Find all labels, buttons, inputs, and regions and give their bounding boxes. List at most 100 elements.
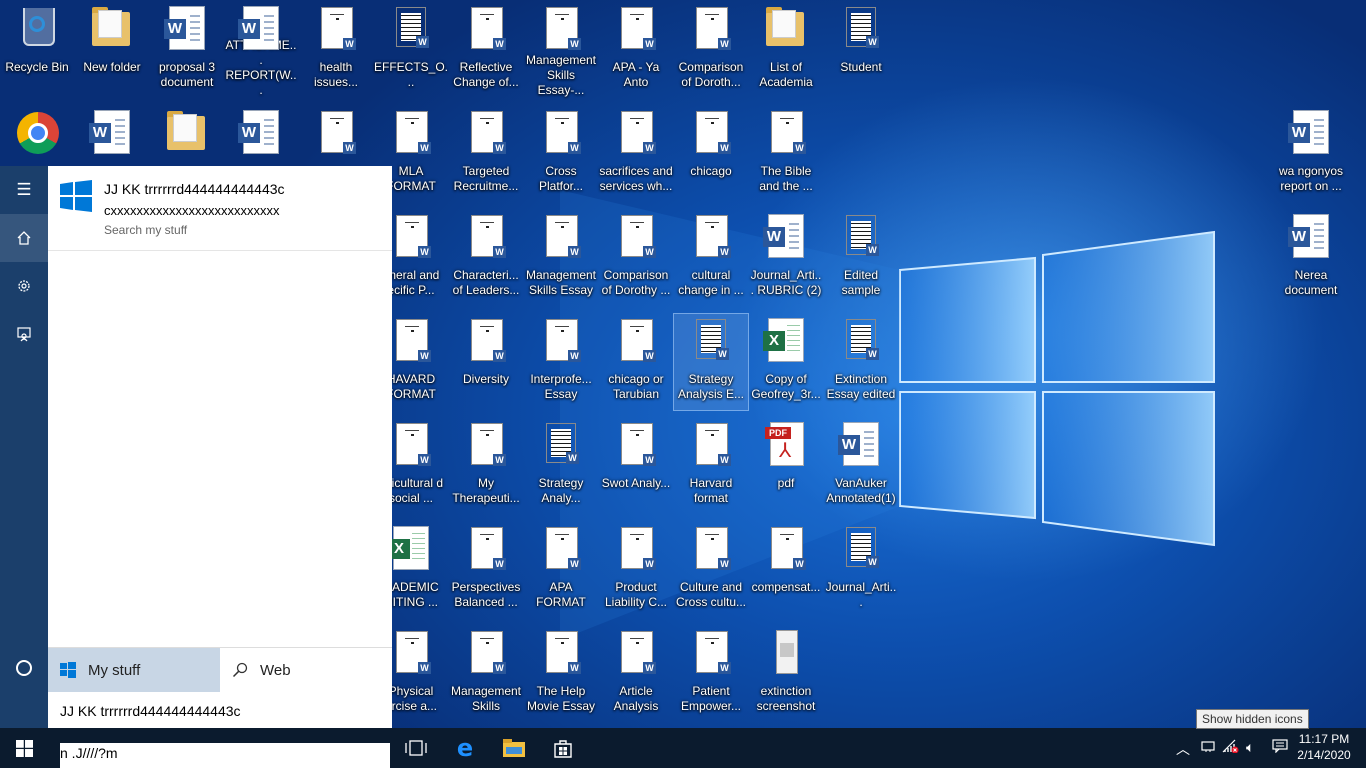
system-clock[interactable]: 11:17 PM 2/14/2020 [1296,731,1352,763]
desktop-icon-label: Strategy Analysis E... [677,372,745,401]
desktop-icon[interactable]: W Culture and Cross cultu... [674,522,748,618]
store-button[interactable] [539,728,587,768]
desktop-icon[interactable]: Wsacrifices and services wh... [599,106,673,202]
tab-my-stuff[interactable]: My stuff [48,648,220,692]
word-document-icon: W [1287,214,1335,264]
desktop-icon[interactable]: W Reflective Change of... [449,2,523,98]
desktop-icon[interactable]: W Nerea document [1274,210,1348,306]
word-document-icon: W [237,6,285,50]
desktop-icon-label: APA - Ya Anto [612,60,660,89]
best-match-result[interactable]: JJ KK trrrrrrd444444444443c cxxxxxxxxxxx… [48,166,392,251]
desktop-icon[interactable]: W Management Skills Essay [524,210,598,306]
feedback-icon[interactable] [0,310,48,358]
taskbar: n .J////?m e ︿ 🔈︎ 11:17 PM 2/14/2020 [0,728,1366,768]
desktop-icon-label: VanAuker Annotated(1) [826,476,896,505]
desktop-icon[interactable]: Wchicago or Tarubian [599,314,673,410]
desktop-icon[interactable]: WATTACHME... REPORT(W... [224,2,298,98]
desktop-icon[interactable]: New folder [75,2,149,98]
cortana-button[interactable] [0,646,48,690]
desktop-icon[interactable]: W Management Skills [449,626,523,722]
recycle-bin-icon [13,6,61,56]
desktop-icon[interactable]: Whealth issues... [299,2,373,98]
desktop-icon[interactable]: W The Bible and the ... [749,106,823,202]
desktop-icon[interactable]: W Patient Empower... [674,626,748,722]
excel-document-icon: X [387,526,435,576]
home-icon[interactable] [0,214,48,262]
desktop-icon[interactable]: W Product Liability C... [599,522,673,618]
word-document-icon: W [687,110,735,160]
desktop-icon-label: Recycle Bin [5,60,69,74]
desktop-icon-label: List of Academia [759,60,813,89]
desktop-icon[interactable]: W VanAuker Annotated(1) [824,418,898,514]
word-document-icon: W [462,422,510,472]
desktop-icon[interactable]: W Interprofe... Essay [524,314,598,410]
desktop-icon-label: extinction screenshot [756,684,816,713]
tab-web[interactable]: Web [220,648,392,692]
desktop-icon[interactable]: W EFFECTS_O... [374,2,448,98]
desktop-icon-label: Extinction Essay edited [826,372,896,401]
word-document-icon: W [88,110,136,160]
desktop-icon-label: Product Liability C... [604,580,668,609]
task-view-button[interactable] [392,728,440,768]
word-document-icon: W [687,526,735,576]
desktop-icon[interactable]: W Strategy Analysis E... [673,313,749,411]
tooltip: Show hidden icons [1196,709,1309,729]
desktop-icon-label: compensat... [751,580,821,594]
desktop-icon[interactable]: W Edited sample [824,210,898,306]
desktop-icon-label: Management Skills [450,684,522,713]
desktop-icon[interactable]: W The Help Movie Essay [524,626,598,722]
desktop-icon[interactable]: Recycle Bin [0,2,74,98]
network-disconnected-icon[interactable] [1222,739,1240,756]
edge-icon: e [456,734,474,762]
file-explorer-button[interactable] [490,728,538,768]
desktop-icon[interactable]: extinction screenshot [749,626,823,722]
desktop-icon[interactable]: Wwa ngonyos report on ... [1274,106,1348,202]
volume-icon[interactable]: 🔈︎ [1246,739,1254,756]
desktop-icon[interactable]: W APA - Ya Anto [599,2,673,98]
desktop-icon[interactable]: W Perspectives Balanced ... [449,522,523,618]
word-document-icon: W [687,214,735,264]
desktop-icon[interactable]: W APA FORMAT [524,522,598,618]
tab-web-label: Web [260,661,291,679]
desktop-icon[interactable]: W Characteri... of Leaders... [449,210,523,306]
desktop-icon[interactable]: List of Academia [749,2,823,98]
desktop-icon[interactable]: W Targeted Recruitme... [449,106,523,202]
desktop-icon-label: proposal 3 document [158,60,216,89]
gear-icon[interactable] [0,262,48,310]
desktop-icon[interactable]: W Comparison of Dorothy ... [599,210,673,306]
desktop-icon[interactable]: Wcultural change in ... [674,210,748,306]
desktop-icon[interactable]: W Comparison of Doroth... [674,2,748,98]
desktop-icon-label: Student [840,60,882,74]
word-document-icon: W [163,6,211,56]
desktop-icon[interactable]: Wchicago [674,106,748,202]
pdf-icon: PDF ⅄ [762,422,810,472]
desktop-icon[interactable]: W Diversity [449,314,523,410]
desktop-icon[interactable]: W Article Analysis [599,626,673,722]
desktop-icon[interactable]: W Strategy Analy... [524,418,598,514]
desktop-icon[interactable]: W Swot Analy... [599,418,673,514]
device-icon[interactable] [1200,739,1216,756]
word-document-icon: W [762,110,810,160]
desktop-icon[interactable]: Wcompensat... [749,522,823,618]
desktop-icon[interactable]: Wproposal 3 document [150,2,224,98]
desktop-icon[interactable]: W Journal_Arti... [824,522,898,618]
desktop-icon[interactable]: W Harvard format [674,418,748,514]
word-document-icon: W [537,630,585,680]
hamburger-icon[interactable]: ☰ [0,166,48,214]
desktop-icon[interactable]: W My Therapeuti... [449,418,523,514]
desktop-icon[interactable]: W Cross Platfor... [524,106,598,202]
notifications-icon[interactable] [1272,739,1288,756]
edge-button[interactable]: e [441,728,489,768]
desktop-icon[interactable]: W Extinction Essay edited [824,314,898,410]
desktop-icon[interactable]: W Management Skills Essay-... [524,2,598,98]
desktop-icon[interactable]: PDF ⅄ pdf [749,418,823,514]
desktop-icon[interactable]: W Journal_Arti... RUBRIC (2) [749,210,823,306]
desktop-icon-label: The Help Movie Essay [526,684,596,713]
desktop-icon[interactable]: W Student [824,2,898,98]
clock-time: 11:17 PM [1298,732,1350,746]
desktop-icon[interactable]: X Copy of Geofrey_3r... [749,314,823,410]
word-document-icon: W [687,318,735,368]
chevron-up-icon[interactable]: ︿ [1176,739,1190,759]
start-button[interactable] [0,728,48,768]
word-document-icon: W [687,630,735,680]
